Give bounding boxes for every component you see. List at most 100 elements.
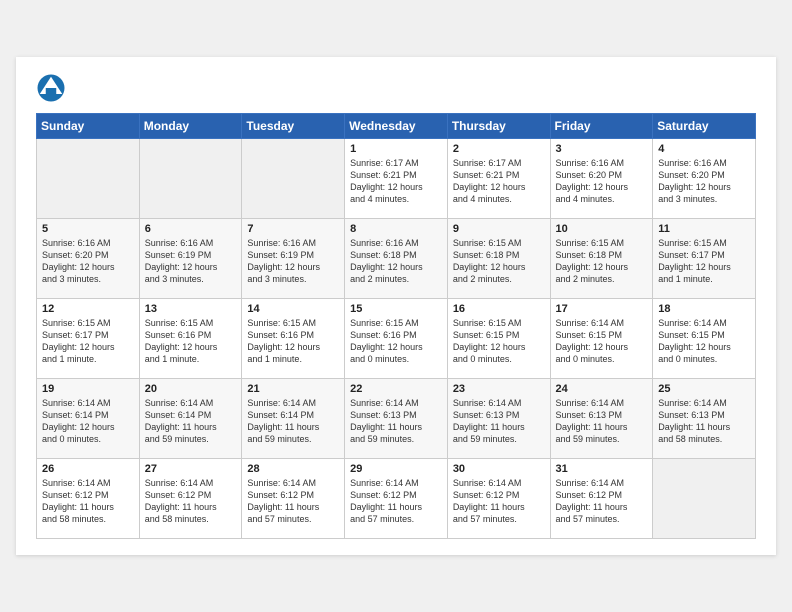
calendar-cell: 3Sunrise: 6:16 AMSunset: 6:20 PMDaylight… xyxy=(550,139,653,219)
calendar-container: SundayMondayTuesdayWednesdayThursdayFrid… xyxy=(16,57,776,555)
calendar-cell: 8 Sunrise: 6:16 AMSunset: 6:18 PMDaylight… xyxy=(345,219,448,299)
day-number: 6 xyxy=(145,223,237,235)
weekday-header-monday: Monday xyxy=(139,114,242,139)
weekday-header-thursday: Thursday xyxy=(447,114,550,139)
calendar-cell: 30 Sunrise: 6:14 AMSunset: 6:12 PMDayligh… xyxy=(447,459,550,539)
day-number: 8 xyxy=(350,223,442,235)
day-info: Sunrise: 6:15 AMSunset: 6:16 PMDaylight:… xyxy=(247,317,339,366)
day-info: Sunrise: 6:15 AMSunset: 6:16 PMDaylight:… xyxy=(350,317,442,366)
day-info: Sunrise: 6:14 AMSunset: 6:13 PMDaylight:… xyxy=(658,397,750,446)
calendar-cell: 6 Sunrise: 6:16 AMSunset: 6:19 PMDaylight… xyxy=(139,219,242,299)
day-info: Sunrise: 6:16 AMSunset: 6:20 PMDaylight:… xyxy=(556,157,648,206)
calendar-cell: 17 Sunrise: 6:14 AMSunset: 6:15 PMDayligh… xyxy=(550,299,653,379)
weekday-header-wednesday: Wednesday xyxy=(345,114,448,139)
day-number: 21 xyxy=(247,383,339,395)
day-number: 24 xyxy=(556,383,648,395)
calendar-week-5: 26 Sunrise: 6:14 AMSunset: 6:12 PMDayligh… xyxy=(37,459,756,539)
day-info: Sunrise: 6:15 AMSunset: 6:16 PMDaylight:… xyxy=(145,317,237,366)
day-info: Sunrise: 6:16 AMSunset: 6:19 PMDaylight:… xyxy=(145,237,237,286)
calendar-cell: 5 Sunrise: 6:16 AMSunset: 6:20 PMDaylight… xyxy=(37,219,140,299)
calendar-week-3: 12 Sunrise: 6:15 AMSunset: 6:17 PMDayligh… xyxy=(37,299,756,379)
calendar-cell xyxy=(139,139,242,219)
calendar-cell: 14 Sunrise: 6:15 AMSunset: 6:16 PMDayligh… xyxy=(242,299,345,379)
day-info: Sunrise: 6:14 AMSunset: 6:12 PMDaylight:… xyxy=(247,477,339,526)
day-info: Sunrise: 6:15 AMSunset: 6:18 PMDaylight:… xyxy=(556,237,648,286)
calendar-week-2: 5 Sunrise: 6:16 AMSunset: 6:20 PMDaylight… xyxy=(37,219,756,299)
day-info: Sunrise: 6:14 AMSunset: 6:12 PMDaylight:… xyxy=(556,477,648,526)
calendar-cell: 29Sunrise: 6:14 AMSunset: 6:12 PMDayligh… xyxy=(345,459,448,539)
day-number: 25 xyxy=(658,383,750,395)
calendar-cell: 9Sunrise: 6:15 AMSunset: 6:18 PMDaylight… xyxy=(447,219,550,299)
calendar-week-4: 19 Sunrise: 6:14 AMSunset: 6:14 PMDayligh… xyxy=(37,379,756,459)
day-number: 20 xyxy=(145,383,237,395)
weekday-header-friday: Friday xyxy=(550,114,653,139)
day-info: Sunrise: 6:16 AMSunset: 6:18 PMDaylight:… xyxy=(350,237,442,286)
logo-icon xyxy=(36,73,66,103)
calendar-cell: 26 Sunrise: 6:14 AMSunset: 6:12 PMDayligh… xyxy=(37,459,140,539)
day-number: 1 xyxy=(350,143,442,155)
day-number: 5 xyxy=(42,223,134,235)
day-info: Sunrise: 6:14 AMSunset: 6:14 PMDaylight:… xyxy=(42,397,134,446)
calendar-cell: 16 Sunrise: 6:15 AMSunset: 6:15 PMDayligh… xyxy=(447,299,550,379)
calendar-cell: 27 Sunrise: 6:14 AMSunset: 6:12 PMDayligh… xyxy=(139,459,242,539)
weekday-header-saturday: Saturday xyxy=(653,114,756,139)
calendar-cell: 2Sunrise: 6:17 AMSunset: 6:21 PMDaylight… xyxy=(447,139,550,219)
day-info: Sunrise: 6:15 AMSunset: 6:17 PMDaylight:… xyxy=(658,237,750,286)
day-number: 15 xyxy=(350,303,442,315)
day-number: 27 xyxy=(145,463,237,475)
calendar-cell: 1 Sunrise: 6:17 AMSunset: 6:21 PMDaylight… xyxy=(345,139,448,219)
day-info: Sunrise: 6:16 AMSunset: 6:19 PMDaylight:… xyxy=(247,237,339,286)
day-info: Sunrise: 6:15 AMSunset: 6:17 PMDaylight:… xyxy=(42,317,134,366)
day-info: Sunrise: 6:14 AMSunset: 6:15 PMDaylight:… xyxy=(556,317,648,366)
day-number: 7 xyxy=(247,223,339,235)
calendar-cell: 18Sunrise: 6:14 AMSunset: 6:15 PMDayligh… xyxy=(653,299,756,379)
calendar-cell xyxy=(653,459,756,539)
calendar-cell: 13 Sunrise: 6:15 AMSunset: 6:16 PMDayligh… xyxy=(139,299,242,379)
day-info: Sunrise: 6:16 AMSunset: 6:20 PMDaylight:… xyxy=(42,237,134,286)
calendar-cell: 7 Sunrise: 6:16 AMSunset: 6:19 PMDaylight… xyxy=(242,219,345,299)
day-number: 29 xyxy=(350,463,442,475)
calendar-cell xyxy=(37,139,140,219)
day-number: 23 xyxy=(453,383,545,395)
calendar-cell: 22Sunrise: 6:14 AMSunset: 6:13 PMDayligh… xyxy=(345,379,448,459)
calendar-cell: 20Sunrise: 6:14 AMSunset: 6:14 PMDayligh… xyxy=(139,379,242,459)
day-info: Sunrise: 6:14 AMSunset: 6:12 PMDaylight:… xyxy=(42,477,134,526)
day-number: 18 xyxy=(658,303,750,315)
day-number: 14 xyxy=(247,303,339,315)
weekday-header-tuesday: Tuesday xyxy=(242,114,345,139)
day-number: 19 xyxy=(42,383,134,395)
weekday-header-sunday: Sunday xyxy=(37,114,140,139)
day-number: 2 xyxy=(453,143,545,155)
calendar-cell xyxy=(242,139,345,219)
calendar-cell: 10 Sunrise: 6:15 AMSunset: 6:18 PMDayligh… xyxy=(550,219,653,299)
calendar-cell: 15 Sunrise: 6:15 AMSunset: 6:16 PMDayligh… xyxy=(345,299,448,379)
calendar-cell: 12 Sunrise: 6:15 AMSunset: 6:17 PMDayligh… xyxy=(37,299,140,379)
day-info: Sunrise: 6:14 AMSunset: 6:12 PMDaylight:… xyxy=(145,477,237,526)
day-info: Sunrise: 6:15 AMSunset: 6:15 PMDaylight:… xyxy=(453,317,545,366)
day-info: Sunrise: 6:14 AMSunset: 6:12 PMDaylight:… xyxy=(453,477,545,526)
calendar-cell: 11 Sunrise: 6:15 AMSunset: 6:17 PMDayligh… xyxy=(653,219,756,299)
day-number: 30 xyxy=(453,463,545,475)
day-number: 28 xyxy=(247,463,339,475)
calendar-cell: 31Sunrise: 6:14 AMSunset: 6:12 PMDayligh… xyxy=(550,459,653,539)
day-number: 13 xyxy=(145,303,237,315)
day-number: 10 xyxy=(556,223,648,235)
logo xyxy=(36,73,68,103)
day-number: 12 xyxy=(42,303,134,315)
day-number: 16 xyxy=(453,303,545,315)
calendar-cell: 21Sunrise: 6:14 AMSunset: 6:14 PMDayligh… xyxy=(242,379,345,459)
day-info: Sunrise: 6:14 AMSunset: 6:13 PMDaylight:… xyxy=(453,397,545,446)
day-number: 11 xyxy=(658,223,750,235)
day-number: 22 xyxy=(350,383,442,395)
day-number: 26 xyxy=(42,463,134,475)
day-number: 17 xyxy=(556,303,648,315)
calendar-cell: 23 Sunrise: 6:14 AMSunset: 6:13 PMDayligh… xyxy=(447,379,550,459)
calendar-week-1: 1 Sunrise: 6:17 AMSunset: 6:21 PMDaylight… xyxy=(37,139,756,219)
day-info: Sunrise: 6:14 AMSunset: 6:13 PMDaylight:… xyxy=(556,397,648,446)
weekday-header-row: SundayMondayTuesdayWednesdayThursdayFrid… xyxy=(37,114,756,139)
day-info: Sunrise: 6:17 AMSunset: 6:21 PMDaylight:… xyxy=(350,157,442,206)
day-number: 4 xyxy=(658,143,750,155)
day-info: Sunrise: 6:15 AMSunset: 6:18 PMDaylight:… xyxy=(453,237,545,286)
calendar-cell: 4Sunrise: 6:16 AMSunset: 6:20 PMDaylight… xyxy=(653,139,756,219)
calendar-cell: 28 Sunrise: 6:14 AMSunset: 6:12 PMDayligh… xyxy=(242,459,345,539)
